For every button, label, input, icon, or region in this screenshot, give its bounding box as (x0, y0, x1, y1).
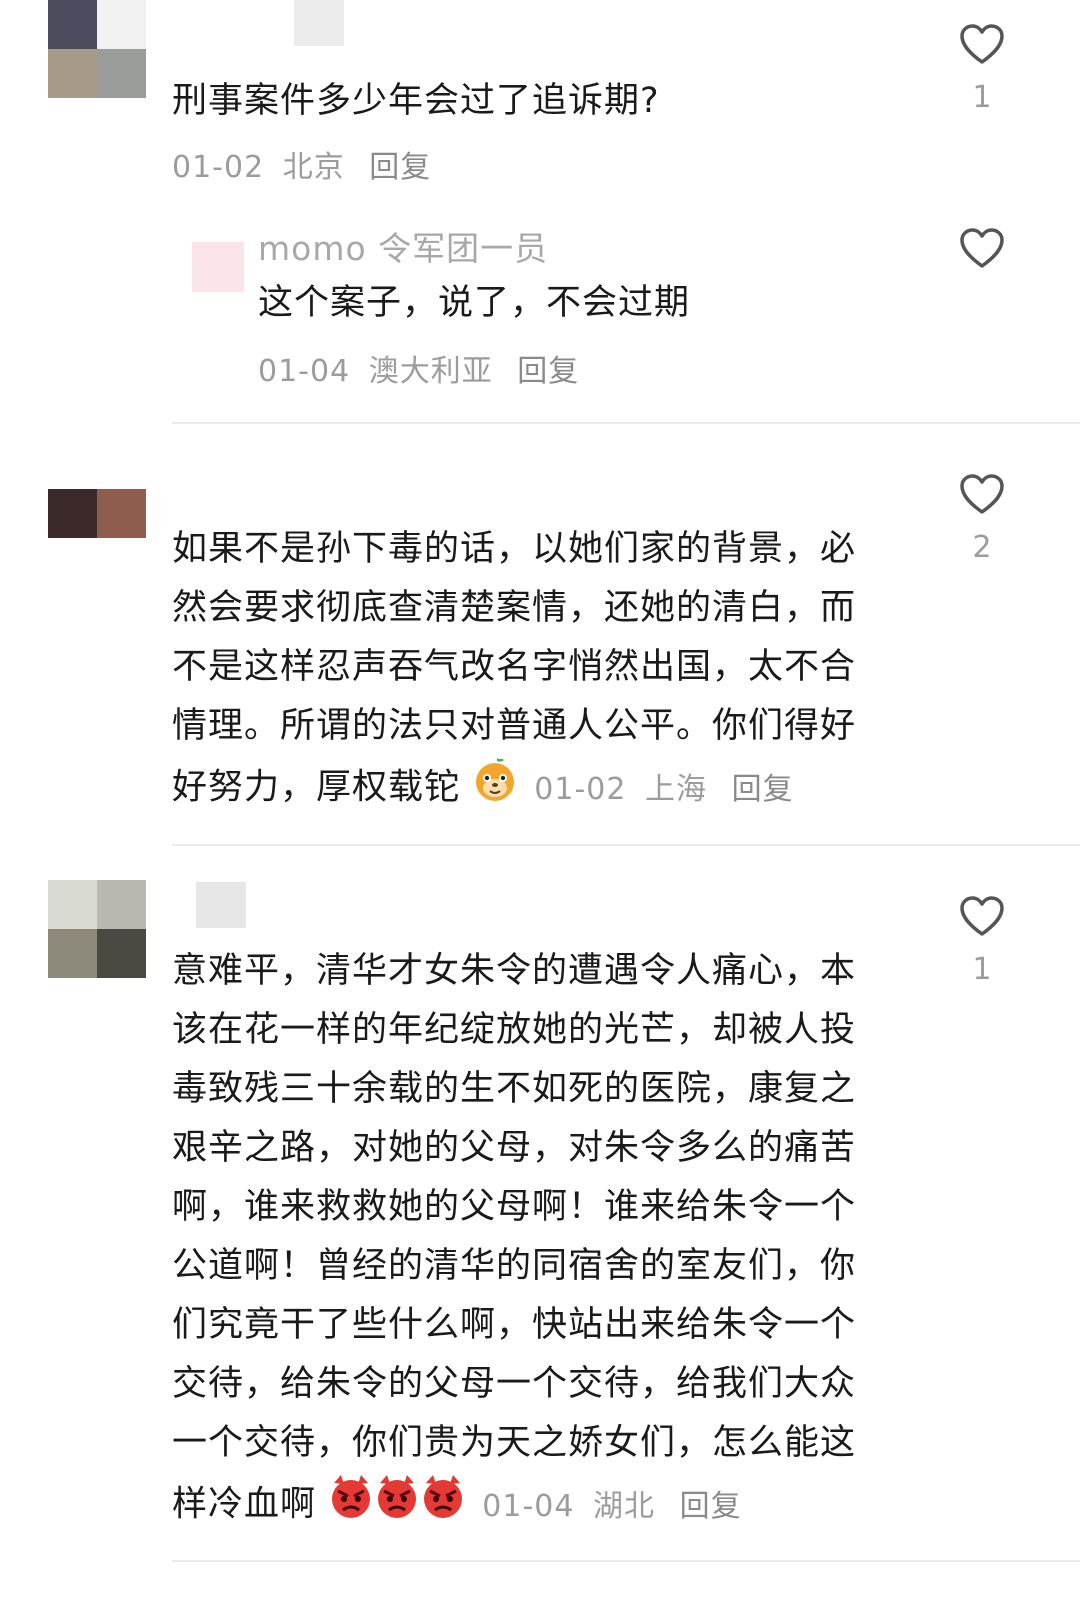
avatar-tile (97, 880, 146, 929)
comment-line: 公道啊！曾经的清华的同宿舍的室友们，你 (172, 1246, 857, 1286)
comment-line-last: 好努力，厚权载铊 01-02 上海 回复 (172, 756, 912, 821)
avatar-tile (48, 0, 97, 49)
comment-location: 北京 (282, 150, 345, 185)
comment-meta: 01-02 北京 回复 (172, 142, 431, 186)
heart-outline-icon (960, 896, 1004, 936)
avatar-tile (48, 49, 97, 98)
reply-button[interactable]: 回复 (517, 354, 579, 389)
reply-location: 澳大利亚 (368, 354, 493, 389)
reply-meta: 01-04 澳大利亚 回复 (258, 346, 579, 390)
comment-location: 湖北 (593, 1488, 656, 1524)
comment-line: 如果不是孙下毒的话，以她们家的背景，必 (172, 529, 857, 569)
like-count: 2 (972, 530, 992, 565)
comment-text: 意难平，清华才女朱令的遭遇令人痛心，本 该在花一样的年纪绽放她的光芒，却被人投 … (172, 942, 912, 1538)
avatar-tile (192, 242, 244, 292)
username-blurred[interactable] (196, 882, 246, 928)
comment-line: 艰辛之路，对她的父母，对朱令多么的痛苦 (172, 1128, 857, 1168)
reply-button[interactable]: 回复 (369, 150, 431, 185)
comment-line: 然会要求彻底查清楚案情，还她的清白，而 (172, 588, 857, 628)
divider (172, 1560, 1080, 1562)
reply-username[interactable]: momo 令军团一员 (258, 222, 548, 270)
heart-outline-icon (960, 228, 1004, 268)
comment-meta: 01-04 湖北 回复 (482, 1489, 741, 1524)
angry-face-emoji (374, 1473, 420, 1538)
comment-location: 上海 (645, 771, 708, 807)
comment-date: 01-02 (172, 150, 265, 185)
comment-line: 交待，给朱令的父母一个交待，给我们大众 (172, 1364, 857, 1404)
avatar-tile (48, 440, 97, 489)
avatar-tile (97, 440, 146, 489)
comment-line-last: 样冷血啊 01-04 湖北 回复 (172, 1473, 912, 1538)
comment-date: 01-04 (482, 1488, 575, 1524)
heart-outline-icon (960, 474, 1004, 514)
comment-line: 样冷血啊 (172, 1484, 317, 1525)
avatar[interactable] (48, 0, 146, 98)
orange-dog-face-emoji (472, 756, 518, 821)
comment-line: 们究竟干了些什么啊，快站出来给朱令一个 (172, 1305, 857, 1345)
like-count: 1 (972, 952, 992, 987)
like-button[interactable]: 1 (952, 22, 1012, 115)
avatar-tile (48, 880, 97, 929)
avatar[interactable] (48, 880, 146, 978)
avatar-tile (48, 929, 97, 978)
avatar[interactable] (192, 222, 244, 292)
comment-text: 如果不是孙下毒的话，以她们家的背景，必 然会要求彻底查清楚案情，还她的清白，而 … (172, 520, 912, 821)
avatar[interactable] (48, 440, 146, 538)
avatar-tile (97, 489, 146, 538)
comment-line: 不是这样忍声吞气改名字悄然出国，太不合 (172, 647, 857, 687)
avatar-tile (97, 0, 146, 49)
comment-line: 一个交待，你们贵为天之娇女们，怎么能这 (172, 1423, 857, 1463)
comment-date: 01-02 (534, 771, 627, 807)
comment-text: 刑事案件多少年会过了追诉期? (172, 81, 660, 121)
avatar-tile (48, 489, 97, 538)
like-count: 1 (972, 80, 992, 115)
comment-meta: 01-02 上海 回复 (534, 772, 793, 807)
comment-line: 好努力，厚权载铊 (172, 767, 461, 808)
comment-line: 该在花一样的年纪绽放她的光芒，却被人投 (172, 1010, 857, 1050)
divider (172, 844, 1080, 846)
reply-button[interactable]: 回复 (680, 1489, 742, 1524)
like-button[interactable]: 1 (952, 894, 1012, 987)
username-blurred[interactable] (294, 0, 344, 46)
heart-outline-icon (960, 24, 1004, 64)
avatar-tile (97, 929, 146, 978)
comment-line: 意难平，清华才女朱令的遭遇令人痛心，本 (172, 951, 857, 991)
divider (172, 422, 1080, 424)
comment-line: 啊，谁来救救她的父母啊！谁来给朱令一个 (172, 1187, 857, 1227)
angry-face-emoji (328, 1473, 374, 1538)
like-button[interactable]: 2 (952, 472, 1012, 565)
comment-line: 情理。所谓的法只对普通人公平。你们得好 (172, 706, 857, 746)
angry-face-emoji (420, 1473, 466, 1538)
avatar-tile (192, 222, 244, 242)
reply-text: 这个案子，说了，不会过期 (258, 283, 691, 323)
comment-line: 毒致残三十余载的生不如死的医院，康复之 (172, 1069, 857, 1109)
like-button[interactable] (952, 226, 1012, 270)
avatar-tile (97, 49, 146, 98)
reply-date: 01-04 (258, 354, 351, 389)
reply-button[interactable]: 回复 (732, 772, 794, 807)
